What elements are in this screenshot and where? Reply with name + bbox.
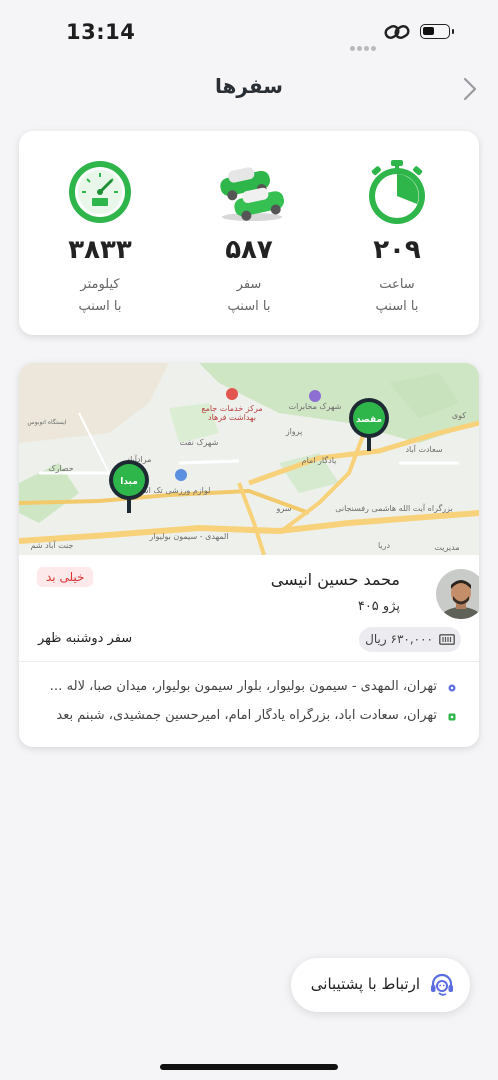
svg-text:مقصد: مقصد xyxy=(356,415,382,425)
stat-trips-value: ۵۸۷ xyxy=(225,235,273,265)
svg-text:حصارک: حصارک xyxy=(48,464,73,473)
stat-hours-value: ۲۰۹ xyxy=(373,235,421,265)
driver-avatar xyxy=(436,569,479,619)
cash-icon xyxy=(439,634,455,645)
svg-text:دریا: دریا xyxy=(378,541,391,550)
trip-map[interactable]: مرکز خدمات جامع بهداشت فرهاد شهرک مخابرا… xyxy=(19,363,479,555)
svg-text:پرواز: پرواز xyxy=(285,427,303,436)
map-place-9: حصارک xyxy=(48,464,73,473)
stat-hours-sub: با اسنپ xyxy=(375,299,419,314)
svg-text:سعادت آباد: سعادت آباد xyxy=(405,444,442,454)
cellular-signal-icon xyxy=(350,36,380,51)
price-value: ۶۳۰,۰۰۰ ریال xyxy=(365,632,433,646)
car-model: پژو ۴۰۵ xyxy=(357,599,400,614)
speedometer-icon xyxy=(69,161,131,223)
stat-trips-label: سفر xyxy=(236,277,262,292)
svg-text:مرکز خدمات جامع: مرکز خدمات جامع xyxy=(201,404,262,413)
stat-trips-sub: با اسنپ xyxy=(227,299,271,314)
svg-text:شهرک نفت: شهرک نفت xyxy=(180,438,219,447)
stopwatch-icon xyxy=(369,160,425,224)
battery-tip xyxy=(452,29,454,34)
destination-address: تهران، سعادت آباد، بزرگراه یادگار امام، … xyxy=(56,708,437,723)
trip-card[interactable]: مرکز خدمات جامع بهداشت فرهاد شهرک مخابرا… xyxy=(19,363,479,747)
map-place-6: پرواز xyxy=(285,427,303,436)
battery-icon xyxy=(420,24,450,39)
map-place-1: مرکز خدمات جامع xyxy=(201,404,262,413)
status-bar: 13:14 xyxy=(0,0,498,64)
driver-name: محمد حسین انیسی xyxy=(270,570,400,589)
svg-text:المهدی - سیمون بولیوار: المهدی - سیمون بولیوار xyxy=(148,532,228,541)
origin-address: تهران، المهدی - سیمون بولیوار، بلوار سیم… xyxy=(37,679,437,694)
stat-kilometers-label: کیلومتر xyxy=(80,277,120,292)
divider xyxy=(19,661,479,662)
map-place-12: کوی xyxy=(452,411,466,420)
map-place-4: ایستگاه اتوبوس xyxy=(27,418,67,426)
destination-dot-icon xyxy=(448,713,456,721)
svg-text:جنت آباد شم: جنت آباد شم xyxy=(31,540,74,550)
map-place-17: دریا xyxy=(378,541,391,550)
svg-text:مدیریت: مدیریت xyxy=(434,543,459,552)
home-indicator xyxy=(160,1064,338,1070)
rating-badge: خیلی بد xyxy=(37,567,94,587)
origin-dot-icon xyxy=(448,684,456,692)
price-badge: ۶۳۰,۰۰۰ ریال xyxy=(359,627,461,652)
svg-text:ایستگاه اتوبوس: ایستگاه اتوبوس xyxy=(27,418,67,426)
map-place-16: جنت آباد شم xyxy=(31,540,74,550)
origin-pin-label: مبدا xyxy=(120,477,138,487)
map-place-11: سعادت آباد xyxy=(405,444,442,454)
cars-icon xyxy=(220,167,285,221)
map-place-3: شهرک مخابرات xyxy=(289,402,342,411)
stat-kilometers-value: ۳۸۳۳ xyxy=(68,235,132,265)
svg-text:مبدا: مبدا xyxy=(120,477,138,487)
map-place-13: بزرگراه آیت الله هاشمی رفسنجانی xyxy=(335,503,453,513)
headset-icon xyxy=(431,973,453,996)
status-time: 13:14 xyxy=(66,20,136,44)
stat-hours-label: ساعت xyxy=(379,277,415,292)
back-chevron-icon[interactable] xyxy=(462,76,478,102)
map-place-10: یادگار امام xyxy=(302,455,337,465)
map-place-15: المهدی - سیمون بولیوار xyxy=(148,532,228,541)
svg-text:شهرک مخابرات: شهرک مخابرات xyxy=(289,402,342,411)
destination-pin-label: مقصد xyxy=(356,415,382,425)
map-place-18: مدیریت xyxy=(434,543,459,552)
svg-text:یادگار امام: یادگار امام xyxy=(302,455,337,465)
link-icon xyxy=(384,25,410,39)
map-place-14: سرو xyxy=(276,504,292,513)
header: سفرها xyxy=(0,64,498,112)
support-label: ارتباط با پشتیبانی xyxy=(310,975,420,993)
svg-text:بزرگراه آیت الله هاشمی رفسنجان: بزرگراه آیت الله هاشمی رفسنجانی xyxy=(335,503,453,513)
map-place-5: شهرک نفت xyxy=(180,438,219,447)
support-button[interactable]: ارتباط با پشتیبانی xyxy=(291,958,470,1012)
stats-card: ۳۸۳۳ کیلومتر با اسنپ ۵۸۷ سفر با اسنپ ۲۰۹… xyxy=(19,131,479,335)
svg-text:بهداشت فرهاد: بهداشت فرهاد xyxy=(208,413,256,422)
svg-text:سرو: سرو xyxy=(276,504,292,513)
svg-text:کوی: کوی xyxy=(452,411,466,420)
trip-date: سفر دوشنبه ظهر xyxy=(38,631,133,646)
page-title: سفرها xyxy=(215,74,283,98)
map-place-2: بهداشت فرهاد xyxy=(208,413,256,422)
stat-kilometers-sub: با اسنپ xyxy=(78,299,122,314)
